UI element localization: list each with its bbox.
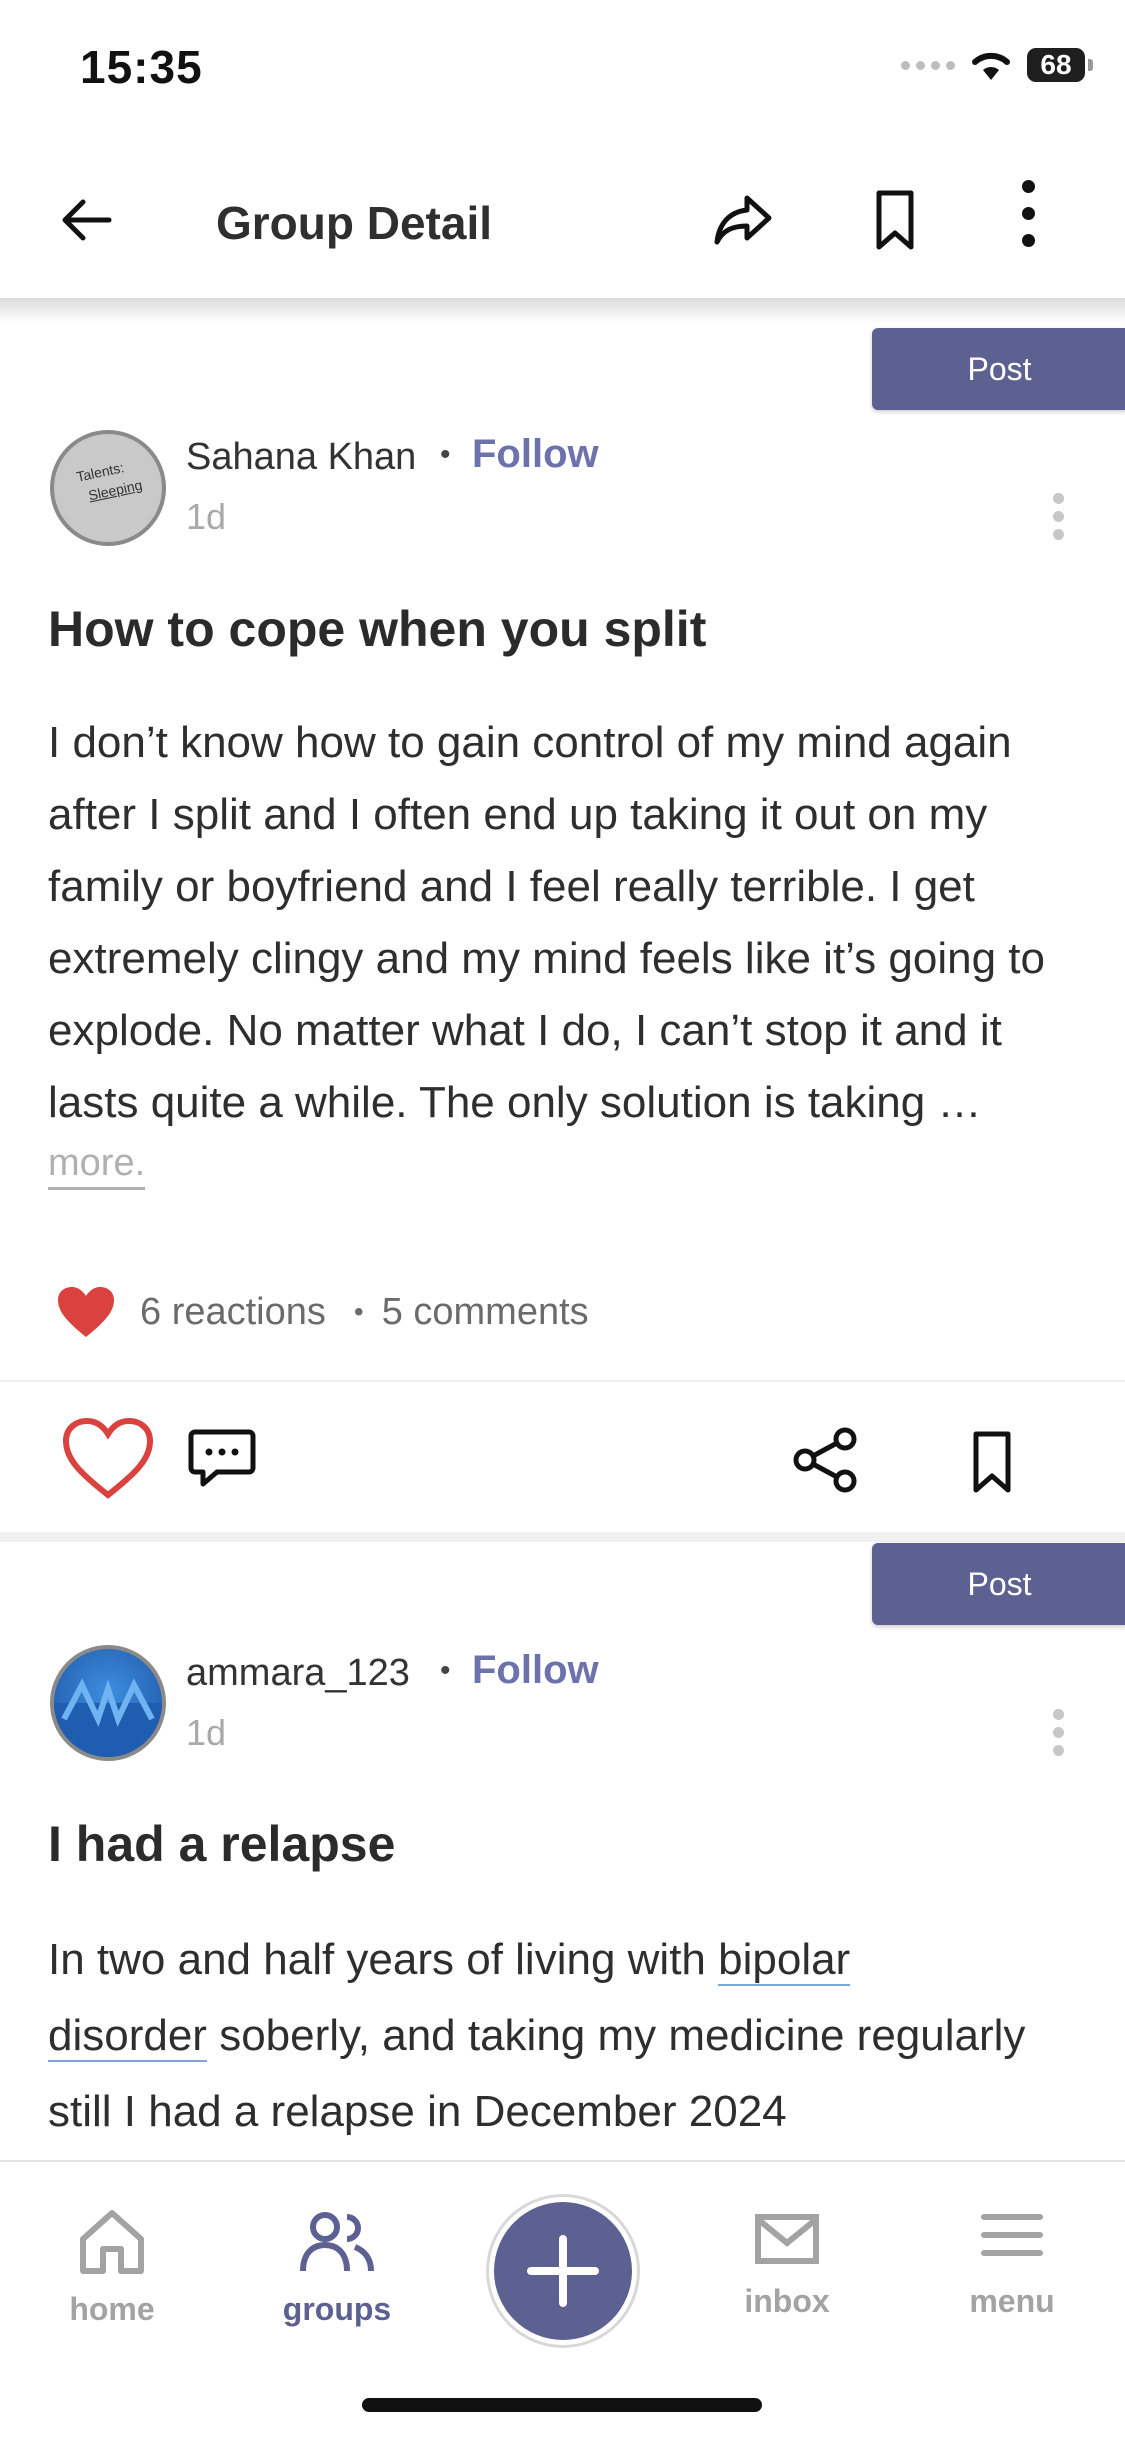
app-header <box>0 150 1125 300</box>
share-arrow-icon <box>714 195 772 245</box>
page-title: Group Detail <box>216 197 493 249</box>
heart-icon <box>58 1287 114 1337</box>
more-vertical-icon <box>1053 1709 1064 1756</box>
avatar[interactable] <box>50 1645 166 1761</box>
nav-menu-label: menu <box>969 2283 1055 2319</box>
nav-home[interactable]: home <box>22 2205 202 2328</box>
bookmark-icon <box>876 190 914 250</box>
more-vertical-icon <box>1053 493 1064 540</box>
post-body-text: In two and half years of living with <box>48 1935 719 1984</box>
follow-button[interactable]: Follow <box>472 432 599 477</box>
share-button[interactable] <box>705 182 781 258</box>
post-divider <box>0 1532 1125 1542</box>
post-button[interactable]: Post <box>872 1543 1125 1625</box>
comment-button[interactable] <box>186 1426 258 1492</box>
post-time: 1d <box>186 496 227 537</box>
separator-dot: • <box>440 438 451 471</box>
separator-dot: • <box>353 1296 364 1327</box>
post-time: 1d <box>186 1712 227 1753</box>
bipolar-link[interactable]: bipolar <box>718 1935 851 1986</box>
share-post-button[interactable] <box>786 1420 866 1500</box>
like-button[interactable] <box>58 1412 158 1504</box>
share-nodes-icon <box>793 1427 857 1493</box>
more-options-button[interactable] <box>1022 180 1035 247</box>
bookmark-icon <box>973 1431 1011 1493</box>
bookmark-group-button[interactable] <box>860 180 930 260</box>
reactions-count: 6 reactions <box>140 1290 326 1333</box>
post-button[interactable]: Post <box>872 328 1125 410</box>
comments-count[interactable]: 5 comments <box>382 1291 589 1334</box>
status-indicators: 68 <box>901 48 1093 82</box>
separator-dot: • <box>440 1654 451 1687</box>
inbox-icon <box>755 2214 819 2264</box>
follow-button[interactable]: Follow <box>472 1648 599 1693</box>
nav-groups-label: groups <box>282 2291 392 2327</box>
menu-icon <box>981 2214 1043 2256</box>
post-options-button[interactable] <box>1053 486 1064 547</box>
post-body[interactable]: In two and half years of living with bip… <box>48 1922 1088 2150</box>
plus-icon <box>527 2235 599 2307</box>
nav-menu[interactable]: menu <box>922 2205 1102 2320</box>
more-vertical-icon <box>1022 180 1035 247</box>
create-post-button[interactable] <box>494 2202 632 2340</box>
more-link[interactable]: more. <box>48 1142 146 1190</box>
nav-inbox-label: inbox <box>744 2283 830 2319</box>
header-shadow <box>0 298 1125 324</box>
back-arrow-icon <box>62 199 112 241</box>
heart-icon <box>62 1417 154 1499</box>
post-title[interactable]: How to cope when you split <box>48 600 706 658</box>
reactions-summary[interactable]: 6 reactions • 5 comments <box>56 1285 589 1339</box>
groups-icon <box>300 2212 374 2272</box>
post-body[interactable]: I don’t know how to gain control of my m… <box>48 707 1088 1139</box>
cellular-signal-icon <box>901 60 955 70</box>
back-button[interactable] <box>50 185 120 255</box>
post-title[interactable]: I had a relapse <box>48 1815 395 1873</box>
avatar-graphic <box>54 1678 162 1757</box>
nav-home-label: home <box>69 2291 155 2327</box>
disorder-link[interactable]: disorder <box>48 2011 207 2062</box>
home-icon <box>80 2210 144 2274</box>
nav-inbox[interactable]: inbox <box>697 2205 877 2320</box>
comment-icon <box>188 1429 256 1487</box>
avatar[interactable]: Talents: Sleeping <box>50 430 166 546</box>
wifi-icon <box>972 52 1010 80</box>
divider <box>0 1380 1125 1382</box>
author-name[interactable]: ammara_123 <box>186 1652 410 1695</box>
post-options-button[interactable] <box>1053 1702 1064 1763</box>
home-indicator <box>362 2398 762 2412</box>
nav-groups[interactable]: groups <box>247 2205 427 2328</box>
battery-indicator: 68 <box>1027 48 1093 82</box>
author-name[interactable]: Sahana Khan <box>186 436 416 479</box>
status-time: 15:35 <box>80 41 203 93</box>
bookmark-post-button[interactable] <box>960 1424 1024 1500</box>
